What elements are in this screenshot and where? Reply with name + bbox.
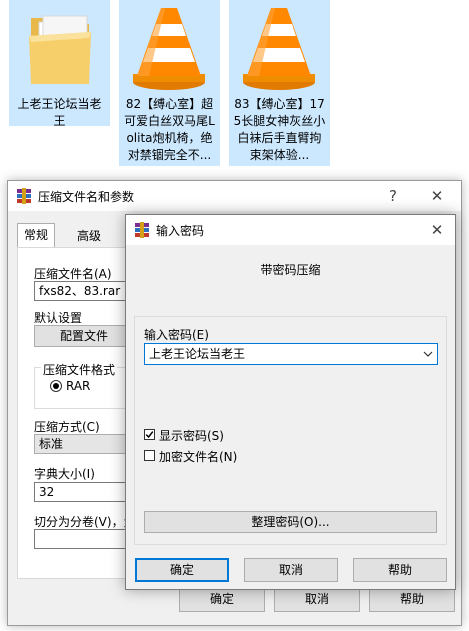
file-item-video-82[interactable]: 82【缚心室】超可爱白丝双马尾Lolita炮机椅，绝对禁锢完全不... [119,0,220,166]
vlc-cone-icon [119,2,220,92]
format-rar-label: RAR [66,379,91,393]
password-label: 输入密码(E) [144,328,209,342]
vlc-cone-icon [229,2,330,92]
password-dialog-titlebar[interactable]: 输入密码 ✕ [126,215,455,245]
format-rar-radio[interactable] [50,380,62,392]
close-icon[interactable]: ✕ [419,215,455,245]
password-value: 上老王论坛当老王 [149,347,246,361]
show-password-label[interactable]: 显示密码(S) [159,427,224,444]
password-cancel-button[interactable]: 取消 [244,558,338,582]
checkmark-icon [145,431,154,439]
help-icon[interactable]: ? [371,181,415,211]
file-item-video-83[interactable]: 83【缚心室】175长腿女神灰丝小白袜后手直臂拘束架体验... [229,0,330,166]
password-ok-button[interactable]: 确定 [135,558,229,582]
chevron-down-icon[interactable] [423,350,433,358]
password-help-button[interactable]: 帮助 [353,558,447,582]
archive-name-label: 压缩文件名(A) [34,267,112,281]
winrar-icon [17,188,31,204]
format-group-label: 压缩文件格式 [41,361,118,378]
method-select[interactable]: 标准 [34,434,134,454]
method-label: 压缩方式(C) [34,420,100,434]
archive-dialog-titlebar[interactable]: 压缩文件名和参数 ? ✕ [8,181,461,211]
split-field[interactable] [34,529,134,549]
split-label: 切分为分卷(V)，大 [34,515,136,529]
folder-icon [9,2,110,92]
file-name: 82【缚心室】超可爱白丝双马尾Lolita炮机椅，绝对禁锢完全不... [124,97,215,162]
tab-general[interactable]: 常规 [17,223,56,248]
archive-dialog-title: 压缩文件名和参数 [38,190,135,204]
dict-select[interactable]: 32 [34,482,134,502]
profiles-button[interactable]: 配置文件 [34,325,134,347]
file-name: 上老王论坛当老王 [17,97,102,128]
password-dialog: 输入密码 ✕ 带密码压缩 输入密码(E) 上老王论坛当老王 显示密码(S) 加密… [125,214,456,590]
archive-name-field[interactable]: fxs82、83.rar [34,281,134,301]
password-input[interactable]: 上老王论坛当老王 [144,343,438,365]
default-settings-label: 默认设置 [34,311,83,325]
dict-label: 字典大小(I) [34,467,95,481]
close-icon[interactable]: ✕ [415,181,459,211]
password-dialog-header: 带密码压缩 [260,263,321,277]
file-name: 83【缚心室】175长腿女神灰丝小白袜后手直臂拘束架体验... [233,97,326,162]
encrypt-names-checkbox[interactable] [144,450,155,461]
tab-advanced[interactable]: 高级 [71,225,107,247]
organize-passwords-button[interactable]: 整理密码(O)... [144,511,437,533]
password-dialog-title: 输入密码 [156,224,205,238]
file-item-folder[interactable]: 上老王论坛当老王 [9,0,110,128]
winrar-icon [135,222,149,238]
show-password-checkbox[interactable] [144,429,155,440]
encrypt-names-label[interactable]: 加密文件名(N) [159,448,237,465]
